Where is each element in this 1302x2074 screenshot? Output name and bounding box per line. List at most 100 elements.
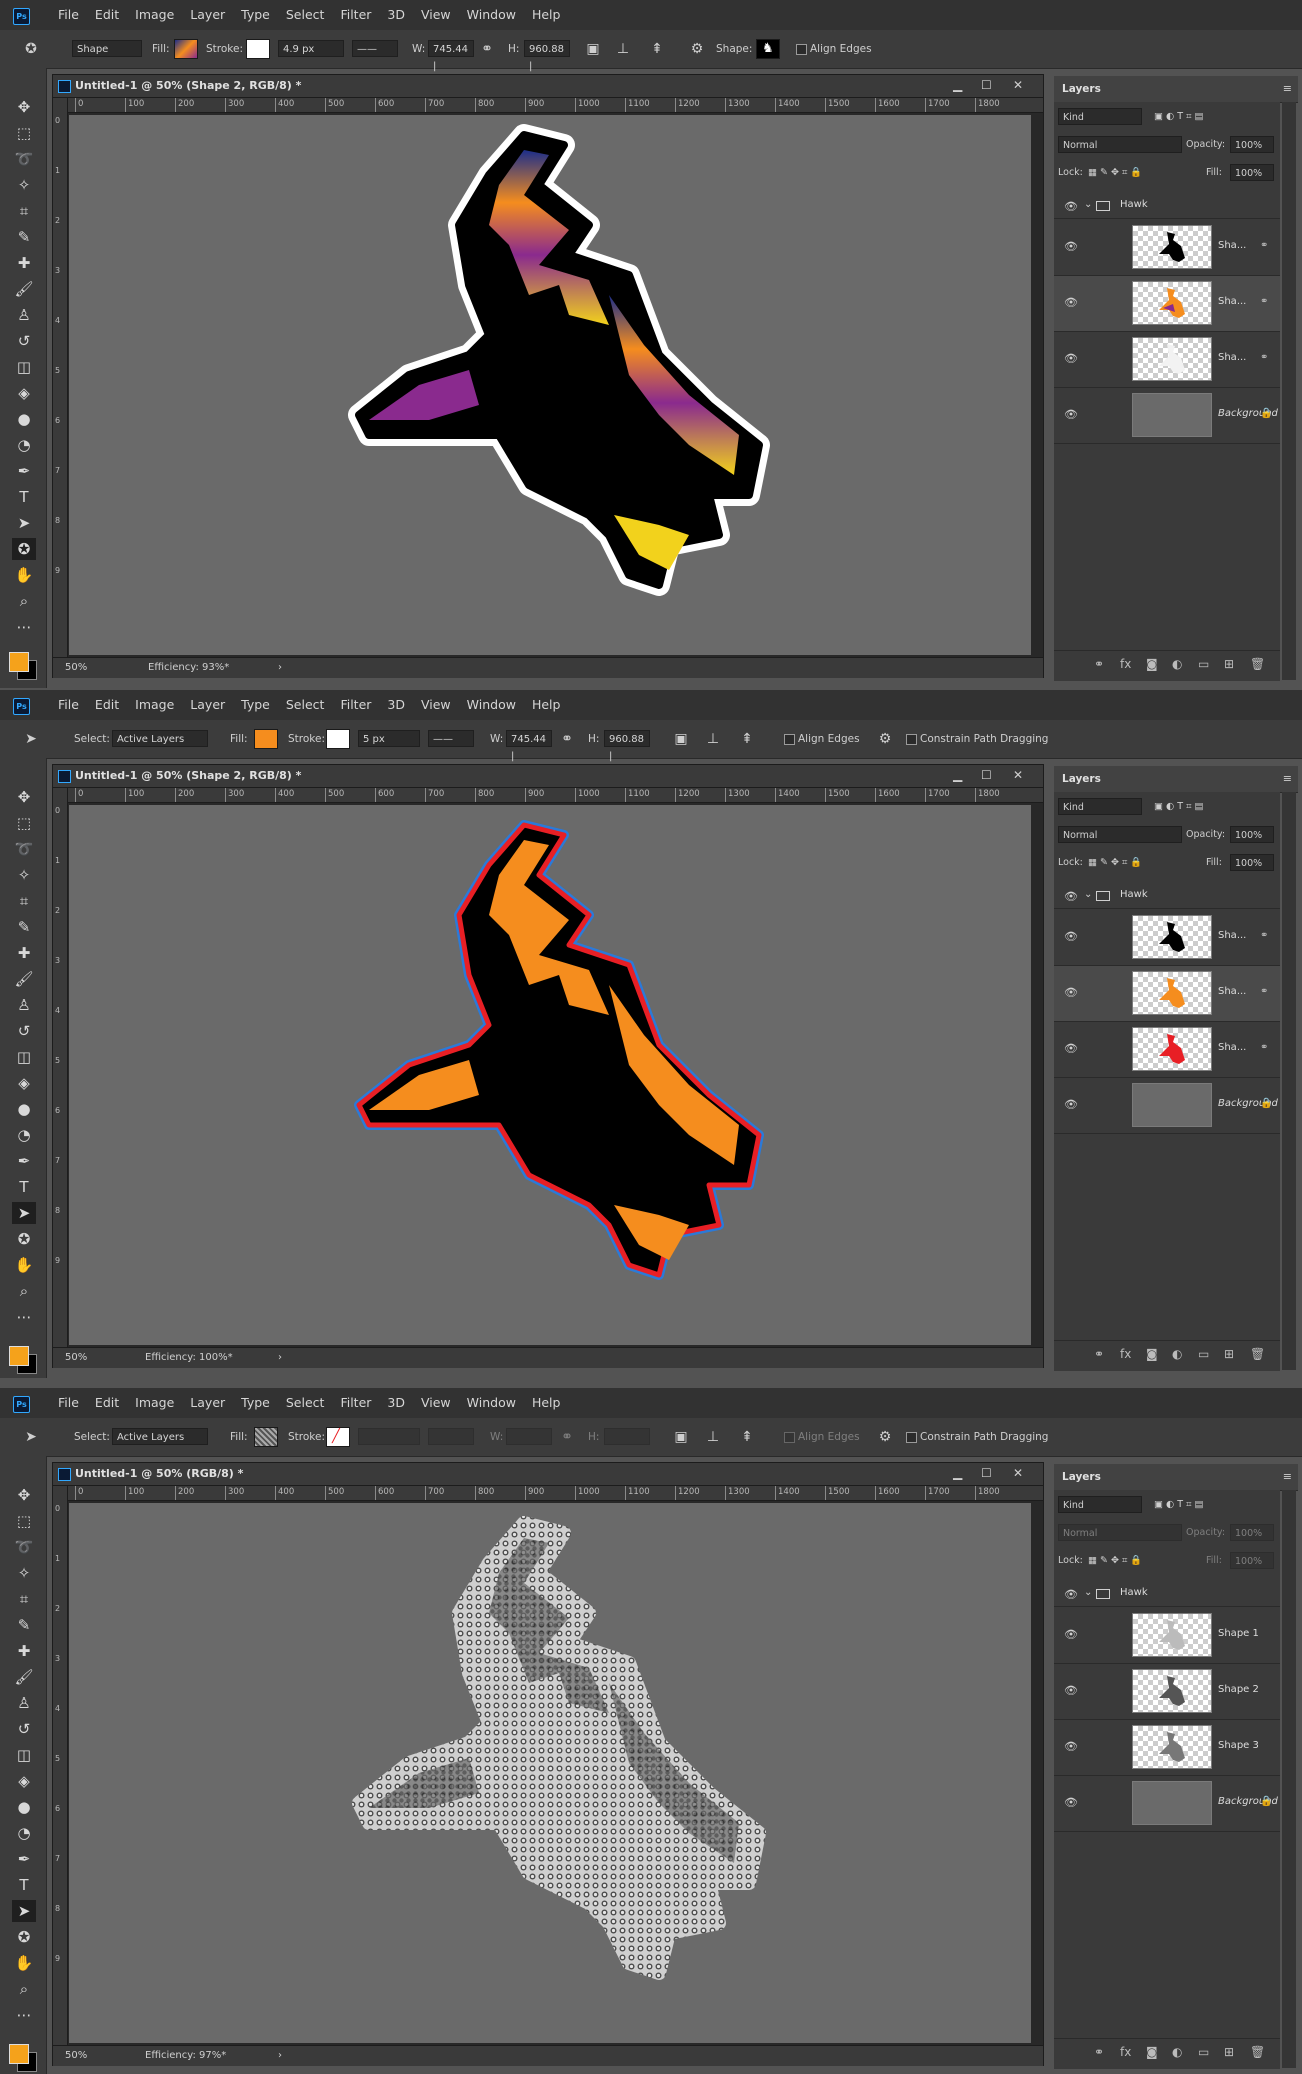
stroke-swatch[interactable]: ╱ [326, 1427, 350, 1447]
path-select-tool-icon[interactable]: ➤ [12, 1202, 36, 1224]
blend-mode-select[interactable]: Normal [1058, 136, 1182, 153]
menu-layer[interactable]: Layer [182, 1388, 233, 1418]
brush-tool-icon[interactable]: 🖌 [12, 278, 36, 300]
eyedropper-tool-icon[interactable]: ✎ [12, 916, 36, 938]
marquee-tool-icon[interactable]: ⬚ [12, 812, 36, 834]
path-operations-icon[interactable]: ▣ [672, 1428, 690, 1446]
eye-icon[interactable]: 👁 [1064, 1588, 1078, 1602]
height-field[interactable]: 960.88 | [604, 730, 650, 762]
paint-bucket-icon[interactable]: ◈ [12, 1072, 36, 1094]
close-icon[interactable]: ✕ [1013, 765, 1023, 785]
foreground-color-swatch[interactable] [9, 1346, 29, 1366]
adjustment-icon[interactable]: ◐ [1172, 1347, 1182, 1361]
close-icon[interactable]: ✕ [1013, 75, 1023, 95]
eye-icon[interactable]: 👁 [1064, 352, 1078, 366]
menu-filter[interactable]: Filter [332, 690, 379, 720]
shape-tool-icon[interactable]: ✪ [12, 538, 36, 560]
zoom-level[interactable]: 50% [65, 1348, 87, 1368]
menu-type[interactable]: Type [233, 690, 278, 720]
shape-tool-icon[interactable]: ✪ [12, 1926, 36, 1948]
stamp-tool-icon[interactable]: ♙ [12, 304, 36, 326]
menu-window[interactable]: Window [459, 1388, 524, 1418]
opacity-field[interactable]: 100% [1230, 826, 1274, 843]
align-edges-checkbox[interactable] [784, 734, 795, 745]
blur-tool-icon[interactable]: ● [12, 408, 36, 430]
link-layers-icon[interactable]: ⚭ [1094, 1347, 1104, 1361]
blur-tool-icon[interactable]: ● [12, 1796, 36, 1818]
stroke-type-select[interactable]: —— [352, 40, 398, 57]
maximize-icon[interactable]: ☐ [981, 75, 992, 95]
menu-layer[interactable]: Layer [182, 0, 233, 30]
fx-icon[interactable]: fx [1120, 657, 1131, 671]
stroke-swatch[interactable] [246, 39, 270, 59]
layer-group-hawk[interactable]: 👁 ⌄ Hawk [1054, 1584, 1280, 1607]
marquee-tool-icon[interactable]: ⬚ [12, 1510, 36, 1532]
shape-picker[interactable]: ♞ [756, 39, 780, 59]
adjustment-icon[interactable]: ◐ [1172, 2045, 1182, 2059]
adjustment-icon[interactable]: ◐ [1172, 657, 1182, 671]
menu-type[interactable]: Type [233, 0, 278, 30]
lasso-tool-icon[interactable]: ➰ [12, 1536, 36, 1558]
filter-icons[interactable]: ▣ ◐ T ⌗ ▤ [1154, 798, 1203, 815]
select-scope-select[interactable]: Active Layers [112, 730, 208, 747]
stroke-swatch[interactable] [326, 729, 350, 749]
minimize-icon[interactable]: ▁ [953, 765, 962, 785]
trash-icon[interactable]: 🗑 [1250, 2045, 1265, 2059]
fill-opacity-field[interactable]: 100% [1230, 164, 1274, 181]
path-operations-icon[interactable]: ▣ [672, 730, 690, 748]
healing-tool-icon[interactable]: ✚ [12, 942, 36, 964]
panel-menu-icon[interactable]: ≡ [1283, 766, 1292, 792]
move-tool-icon[interactable]: ✥ [12, 96, 36, 118]
path-arrangement-icon[interactable]: ⇞ [738, 730, 756, 748]
eyedropper-tool-icon[interactable]: ✎ [12, 226, 36, 248]
mask-icon[interactable]: ◙ [1146, 1347, 1158, 1361]
lock-icons[interactable]: ▦ ✎ ✥ ⌗ 🔒 [1088, 854, 1142, 871]
crop-tool-icon[interactable]: ⌗ [12, 1588, 36, 1610]
kind-filter-select[interactable]: Kind [1058, 798, 1142, 815]
maximize-icon[interactable]: ☐ [981, 1463, 992, 1483]
menu-edit[interactable]: Edit [87, 1388, 127, 1418]
canvas[interactable] [69, 1503, 1031, 2043]
menu-3d[interactable]: 3D [379, 0, 413, 30]
path-alignment-icon[interactable]: ⊥ [704, 1428, 722, 1446]
menu-help[interactable]: Help [524, 690, 569, 720]
new-layer-icon[interactable]: ⊞ [1224, 657, 1234, 671]
eye-icon[interactable]: 👁 [1064, 296, 1078, 310]
fill-swatch[interactable] [174, 39, 198, 59]
document-tab[interactable]: Untitled-1 @ 50% (Shape 2, RGB/8) * ▁ ☐ … [53, 765, 1043, 788]
eye-icon[interactable]: 👁 [1064, 1684, 1078, 1698]
brush-tool-icon[interactable]: 🖌 [12, 1666, 36, 1688]
stroke-width-field[interactable]: 5 px [358, 730, 420, 747]
pen-tool-icon[interactable]: ✒ [12, 1150, 36, 1172]
menu-file[interactable]: File [50, 1388, 87, 1418]
opacity-field[interactable]: 100% [1230, 136, 1274, 153]
kind-filter-select[interactable]: Kind [1058, 1496, 1142, 1513]
mask-icon[interactable]: ◙ [1146, 2045, 1158, 2059]
eraser-tool-icon[interactable]: ◫ [12, 356, 36, 378]
menu-edit[interactable]: Edit [87, 690, 127, 720]
stamp-tool-icon[interactable]: ♙ [12, 994, 36, 1016]
type-tool-icon[interactable]: T [12, 486, 36, 508]
path-arrangement-icon[interactable]: ⇞ [738, 1428, 756, 1446]
layer-row[interactable]: 👁 Sha... ⚭ [1054, 332, 1280, 388]
height-field[interactable]: 960.88 | [524, 40, 570, 72]
panel-menu-icon[interactable]: ≡ [1283, 1464, 1292, 1490]
layer-group-hawk[interactable]: 👁 ⌄ Hawk [1054, 196, 1280, 219]
lasso-tool-icon[interactable]: ➰ [12, 148, 36, 170]
kind-filter-select[interactable]: Kind [1058, 108, 1142, 125]
menu-file[interactable]: File [50, 690, 87, 720]
lock-icons[interactable]: ▦ ✎ ✥ ⌗ 🔒 [1088, 1552, 1142, 1569]
status-arrow-icon[interactable]: › [278, 658, 282, 678]
eyedropper-tool-icon[interactable]: ✎ [12, 1614, 36, 1636]
layer-row[interactable]: 👁 Sha... ⚭ [1054, 966, 1280, 1022]
zoom-tool-icon[interactable]: ⌕ [12, 1978, 36, 2000]
type-tool-icon[interactable]: T [12, 1874, 36, 1896]
menu-select[interactable]: Select [278, 690, 333, 720]
minimize-icon[interactable]: ▁ [953, 75, 962, 95]
path-select-tool-icon[interactable]: ➤ [12, 512, 36, 534]
eye-icon[interactable]: 👁 [1064, 240, 1078, 254]
marquee-tool-icon[interactable]: ⬚ [12, 122, 36, 144]
chevron-down-icon[interactable]: ⌄ [1084, 889, 1092, 900]
zoom-tool-icon[interactable]: ⌕ [12, 1280, 36, 1302]
menu-image[interactable]: Image [127, 0, 182, 30]
